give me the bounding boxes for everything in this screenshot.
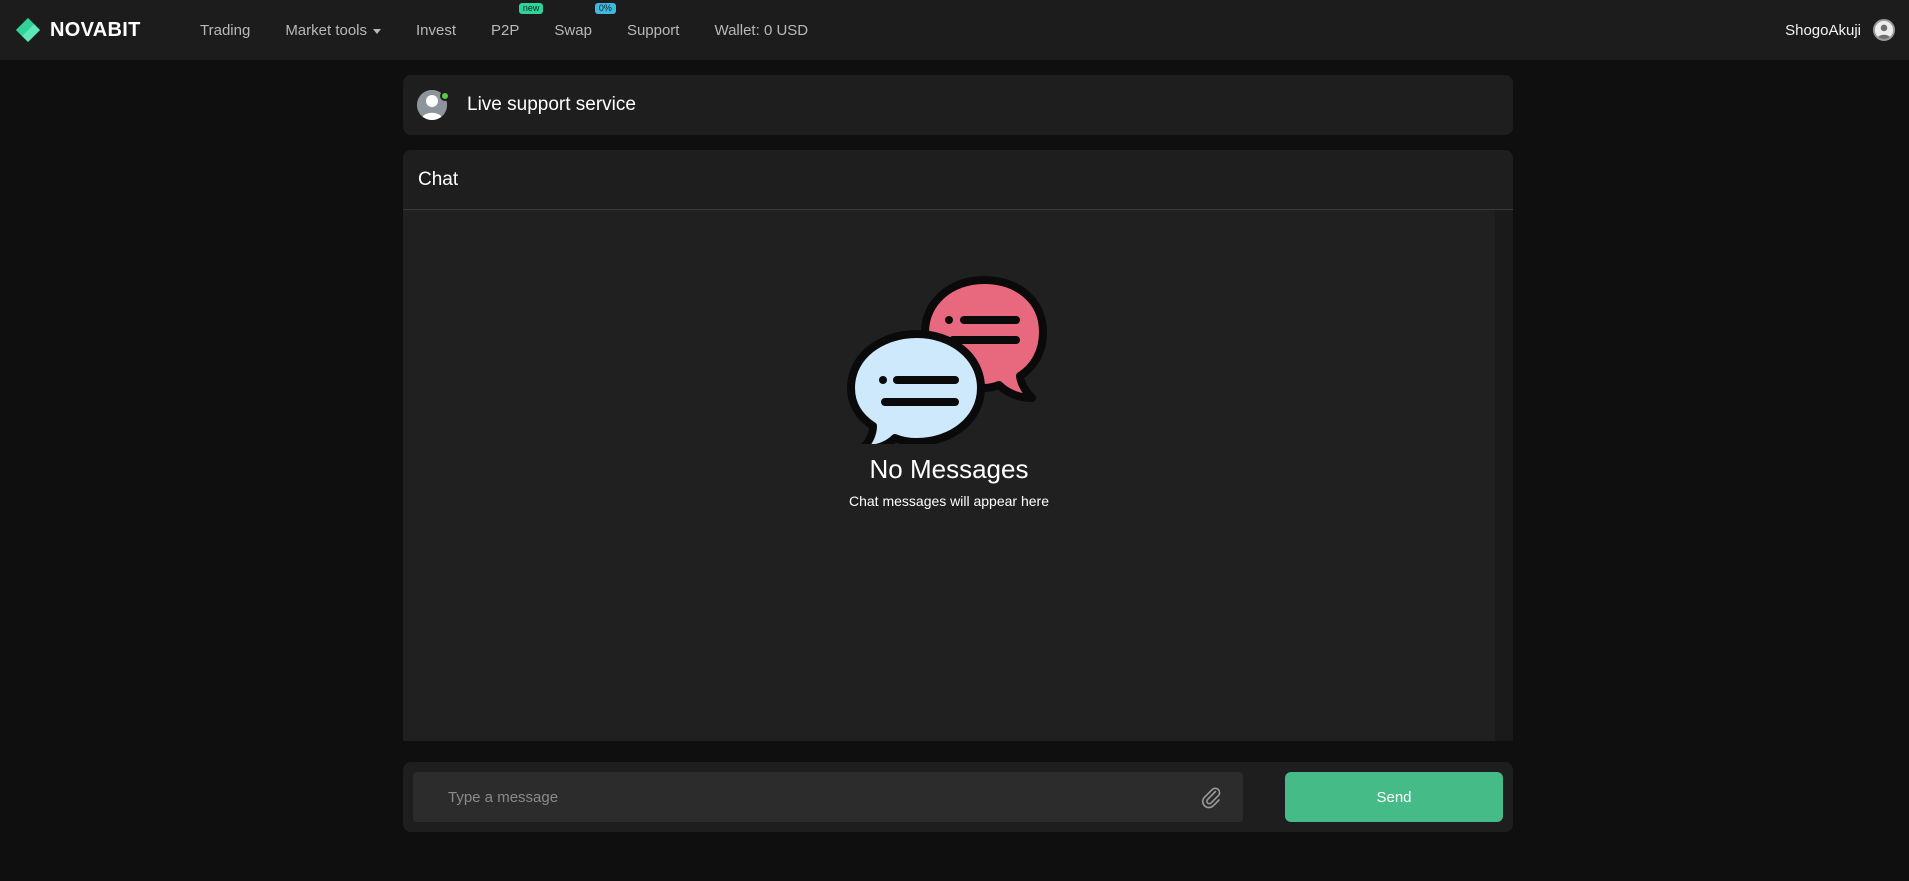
zero-fee-badge: 0% <box>594 2 616 14</box>
nav-item-wallet[interactable]: Wallet: 0 USD <box>714 22 808 39</box>
chat-bubbles-icon <box>847 276 1047 444</box>
empty-state-title: No Messages <box>869 454 1029 484</box>
username: ShogoAkuji <box>1785 21 1861 39</box>
message-composer: Send <box>403 762 1513 832</box>
top-navbar: NOVABIT Trading Market tools Invest P2P … <box>0 0 1909 60</box>
chat-heading: Chat <box>403 150 1513 210</box>
chat-panel: Chat No Messages Chat messages will appe… <box>403 150 1513 741</box>
brand-name: NOVABIT <box>50 18 141 41</box>
empty-state: No Messages Chat messages will appear he… <box>403 210 1495 509</box>
novabit-logo-icon <box>16 18 40 42</box>
nav-item-swap[interactable]: Swap 0% <box>554 2 616 39</box>
support-header: Live support service <box>403 75 1513 135</box>
user-avatar-icon[interactable] <box>1873 19 1895 41</box>
new-badge: new <box>518 2 544 14</box>
nav-item-p2p[interactable]: P2P new <box>491 2 544 39</box>
nav-label: Swap <box>554 21 592 39</box>
main-nav: Trading Market tools Invest P2P new Swap… <box>200 0 843 60</box>
chevron-down-icon <box>373 28 382 34</box>
paperclip-icon[interactable] <box>1199 785 1223 809</box>
message-input[interactable] <box>413 772 1243 822</box>
support-title: Live support service <box>467 94 636 115</box>
empty-state-subtitle: Chat messages will appear here <box>849 493 1049 509</box>
send-button[interactable]: Send <box>1285 772 1503 822</box>
nav-item-trading[interactable]: Trading <box>200 22 250 39</box>
chat-scrollbar[interactable] <box>1495 210 1513 741</box>
nav-label: Wallet: 0 USD <box>714 21 809 39</box>
brand-logo[interactable]: NOVABIT <box>14 16 200 44</box>
chat-messages-area[interactable]: No Messages Chat messages will appear he… <box>403 210 1495 741</box>
user-menu[interactable]: ShogoAkuji <box>1785 19 1895 41</box>
nav-item-market-tools[interactable]: Market tools <box>285 21 382 39</box>
nav-item-support[interactable]: Support <box>627 22 680 39</box>
online-status-icon <box>440 91 450 101</box>
nav-label: Support <box>626 21 680 39</box>
nav-label: Invest <box>416 21 457 39</box>
nav-label: P2P <box>491 21 520 39</box>
nav-label: Market tools <box>285 21 368 39</box>
nav-label: Trading <box>200 21 251 39</box>
nav-item-invest[interactable]: Invest <box>416 22 456 39</box>
